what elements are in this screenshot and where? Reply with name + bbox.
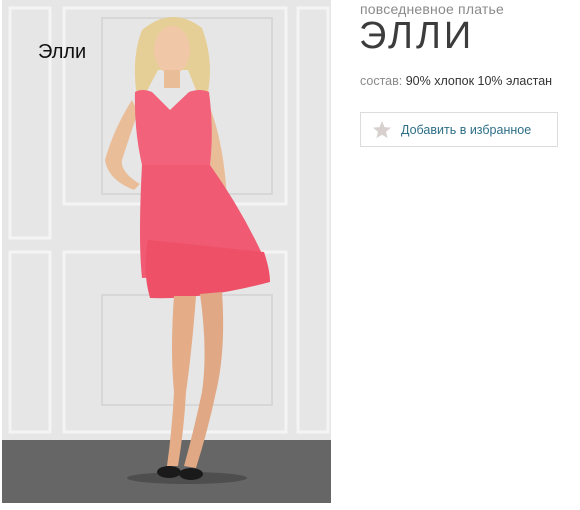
model-illustration <box>2 0 331 503</box>
photo-caption: Элли <box>38 41 87 63</box>
favorite-label: Добавить в избранное <box>401 122 532 137</box>
add-to-favorites-button[interactable]: Добавить в избранное <box>360 112 558 147</box>
product-photo: Элли <box>2 0 331 503</box>
product-composition: состав: 90% хлопок 10% эластан <box>360 74 552 88</box>
star-icon <box>372 120 392 139</box>
product-title: ЭЛЛИ <box>359 15 475 57</box>
composition-label: состав: <box>360 74 403 88</box>
composition-value: 90% хлопок 10% эластан <box>405 74 553 88</box>
